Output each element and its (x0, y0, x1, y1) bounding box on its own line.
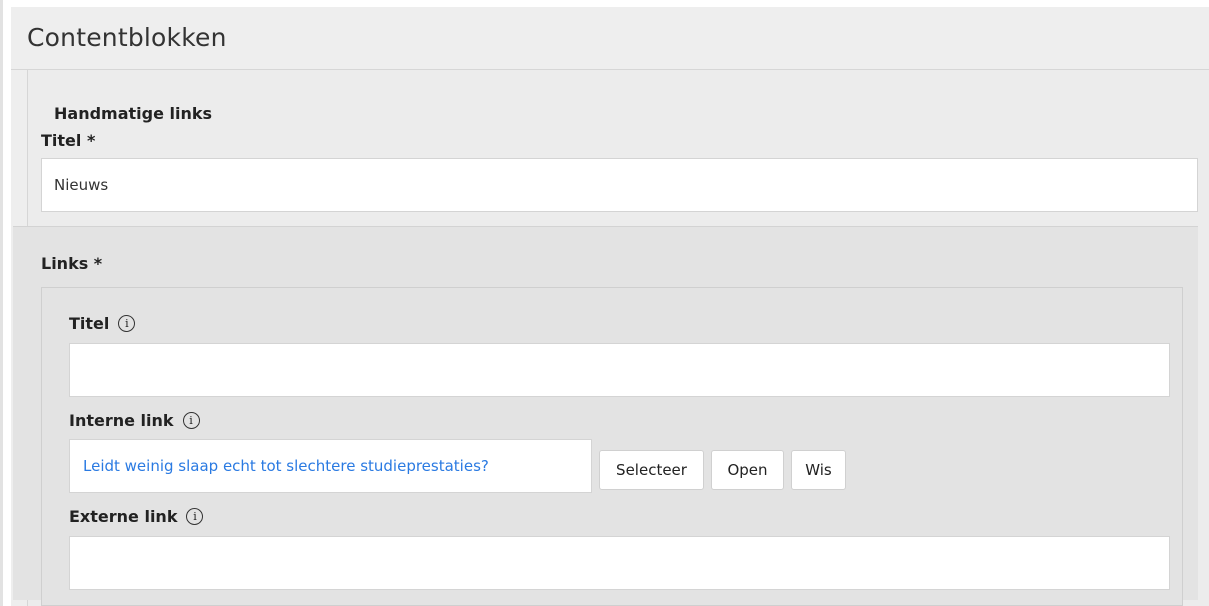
interne-link-label: Interne link i (69, 411, 200, 430)
clear-button[interactable]: Wis (791, 450, 846, 490)
open-button[interactable]: Open (711, 450, 784, 490)
links-label: Links * (41, 254, 102, 273)
info-icon[interactable]: i (118, 315, 136, 332)
interne-link-value[interactable]: Leidt weinig slaap echt tot slechtere st… (69, 439, 592, 493)
block-heading: Handmatige links (54, 104, 213, 123)
block-title-input[interactable] (41, 158, 1198, 212)
titel-required-label-text: Titel * (41, 131, 96, 150)
info-icon[interactable]: i (182, 412, 200, 429)
panel-title: Contentblokken (27, 23, 227, 52)
externe-link-input[interactable] (69, 536, 1170, 590)
externe-link-label: Externe link i (69, 507, 204, 526)
externe-link-label-text: Externe link (69, 507, 178, 526)
link-titel-input[interactable] (69, 343, 1170, 397)
select-button[interactable]: Selecteer (599, 450, 704, 490)
link-titel-label: Titel i (69, 314, 136, 333)
left-border (0, 0, 3, 606)
info-icon[interactable]: i (186, 508, 204, 525)
links-label-text: Links * (41, 254, 103, 273)
interne-link-label-text: Interne link (69, 411, 174, 430)
link-titel-label-text: Titel (69, 314, 110, 333)
titel-required-label: Titel * (41, 131, 95, 150)
